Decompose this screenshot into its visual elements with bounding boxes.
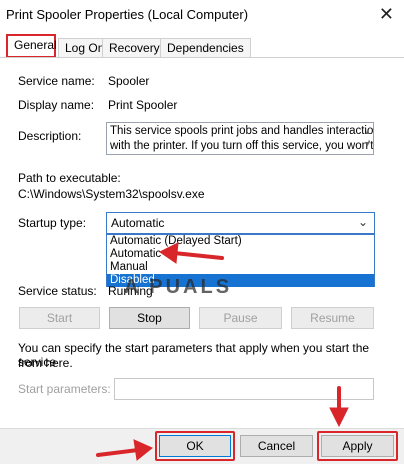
annotation-arrows [96, 242, 349, 461]
arrow-to-automatic-icon [172, 251, 224, 260]
arrow-to-ok-icon [96, 448, 140, 457]
